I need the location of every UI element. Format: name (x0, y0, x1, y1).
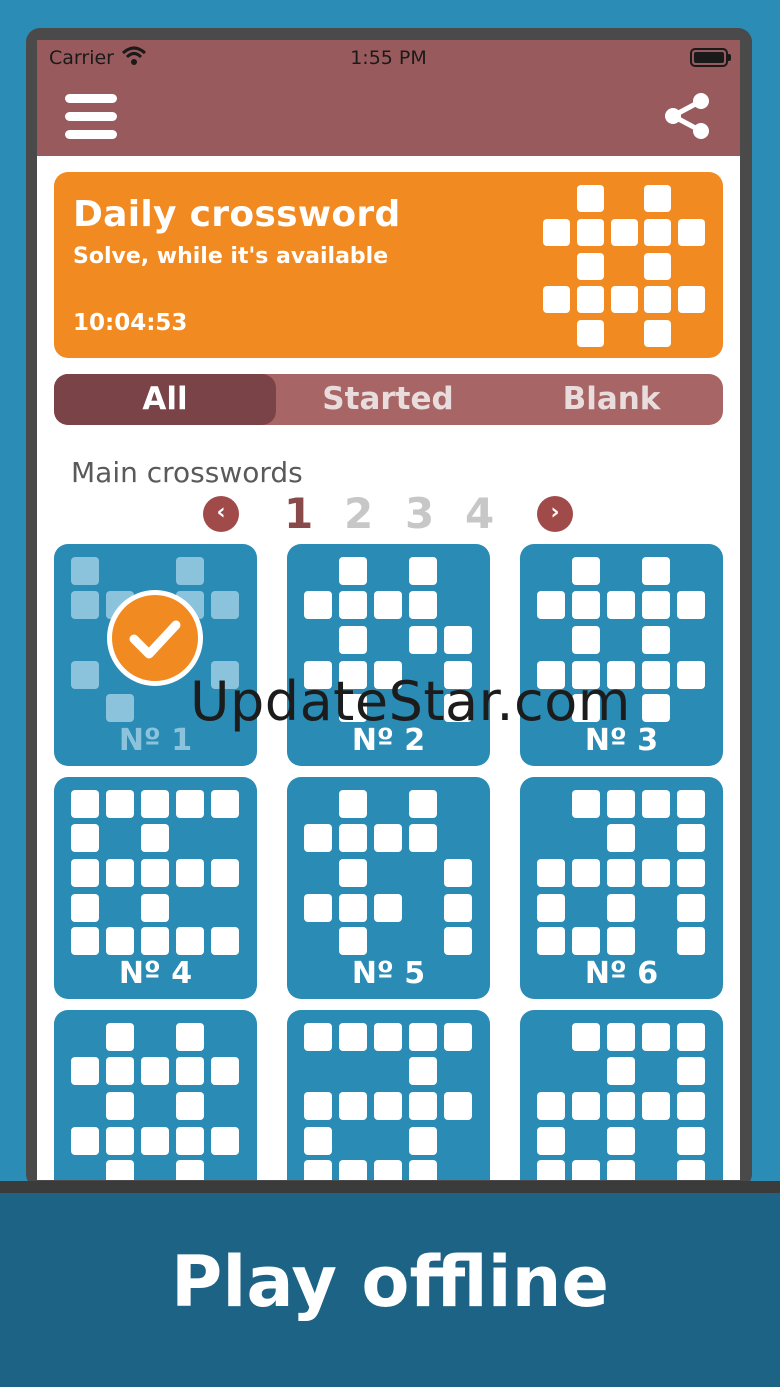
prev-page-button[interactable]: ‹ (203, 496, 239, 532)
completed-check-icon (107, 590, 203, 686)
page-2[interactable]: 2 (344, 489, 373, 538)
clock: 1:55 PM (350, 47, 427, 69)
battery-icon (690, 48, 731, 67)
crossword-grid-icon (71, 1023, 239, 1180)
next-page-button[interactable]: › (537, 496, 573, 532)
puzzle-tile-4[interactable]: Nº 4 (54, 777, 257, 999)
promo-banner: Play offline (0, 1181, 780, 1387)
puzzle-tile-7[interactable] (54, 1010, 257, 1180)
promo-banner-text: Play offline (171, 1241, 609, 1323)
tab-all[interactable]: All (54, 374, 276, 425)
crossword-grid-icon (537, 1023, 705, 1180)
puzzle-tile-8[interactable] (287, 1010, 490, 1180)
puzzle-tile-5[interactable]: Nº 5 (287, 777, 490, 999)
daily-timer: 10:04:53 (73, 310, 188, 336)
puzzle-tile-6[interactable]: Nº 6 (520, 777, 723, 999)
section-title: Main crosswords (71, 456, 303, 489)
puzzle-tile-9[interactable] (520, 1010, 723, 1180)
tab-started[interactable]: Started (276, 374, 500, 425)
daily-crossword-card[interactable]: Daily crossword Solve, while it's availa… (54, 172, 723, 358)
puzzle-label: Nº 6 (584, 956, 659, 991)
tab-blank[interactable]: Blank (500, 374, 723, 425)
watermark: UpdateStar.com (190, 670, 631, 733)
share-icon[interactable] (662, 92, 712, 140)
puzzle-label: Nº 4 (118, 956, 193, 991)
daily-subtitle: Solve, while it's available (73, 244, 389, 269)
page-4[interactable]: 4 (465, 489, 494, 538)
filter-segmented-control: All Started Blank (54, 374, 723, 425)
crossword-grid-icon (304, 1023, 472, 1180)
page-1[interactable]: 1 (284, 489, 313, 538)
page-3[interactable]: 3 (405, 489, 434, 538)
nav-bar (37, 76, 740, 156)
puzzle-label: Nº 5 (351, 956, 426, 991)
daily-crossword-grid-icon (543, 185, 705, 347)
daily-title: Daily crossword (73, 194, 401, 235)
hamburger-menu-icon[interactable] (65, 94, 117, 140)
app-screen: Carrier 1:55 PM Daily crossword Solve, w… (37, 40, 740, 1180)
status-bar: Carrier 1:55 PM (37, 40, 740, 76)
